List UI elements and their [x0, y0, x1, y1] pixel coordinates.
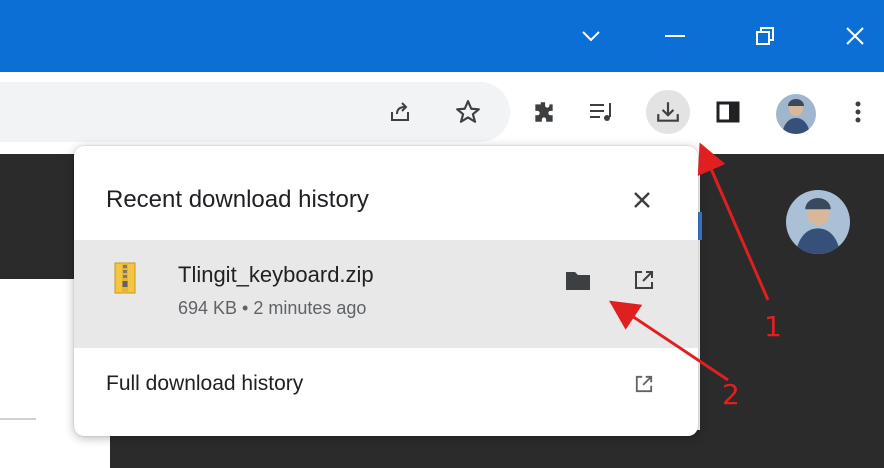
download-filename: Tlingit_keyboard.zip [178, 262, 374, 287]
restore-button[interactable] [730, 0, 800, 72]
page-dark-panel [700, 154, 884, 468]
open-full-history-button[interactable] [626, 366, 662, 402]
reading-list-icon[interactable] [582, 92, 622, 132]
share-icon[interactable] [380, 92, 420, 132]
annotation-label-1: 1 [764, 310, 782, 343]
divider [0, 418, 36, 420]
minimize-button[interactable] [640, 0, 710, 72]
close-icon [846, 27, 864, 45]
open-external-icon [635, 375, 653, 393]
download-history-popup: Recent download history Tlingit_keyboard… [74, 146, 698, 436]
browser-toolbar [0, 72, 884, 154]
download-button[interactable] [646, 90, 690, 134]
zip-file-icon [114, 262, 136, 299]
annotation-label-2: 2 [722, 378, 740, 411]
download-item[interactable]: Tlingit_keyboard.zip 694 KB • 2 minutes … [74, 240, 698, 348]
open-external-icon [635, 271, 653, 289]
more-menu-icon[interactable] [838, 92, 878, 132]
side-panel-icon[interactable] [708, 92, 748, 132]
open-file-button[interactable] [626, 262, 662, 298]
chevron-down-icon [582, 31, 600, 42]
download-meta: 694 KB • 2 minutes ago [178, 298, 367, 318]
close-popup-button[interactable] [624, 182, 660, 218]
popup-title: Recent download history [106, 186, 369, 213]
restore-icon [756, 27, 774, 45]
folder-icon [566, 272, 590, 290]
profile-avatar[interactable] [776, 94, 816, 134]
full-download-history-link[interactable]: Full download history [106, 372, 303, 396]
show-in-folder-button[interactable] [560, 262, 596, 298]
bookmark-star-icon[interactable] [448, 92, 488, 132]
title-bar [0, 0, 884, 72]
download-icon [657, 102, 679, 122]
close-window-button[interactable] [820, 0, 884, 72]
tab-search-button[interactable] [556, 0, 626, 72]
page-avatar [786, 190, 850, 254]
extensions-icon[interactable] [524, 92, 564, 132]
address-bar[interactable] [0, 82, 510, 142]
minimize-icon [665, 35, 685, 37]
close-icon [634, 192, 650, 208]
